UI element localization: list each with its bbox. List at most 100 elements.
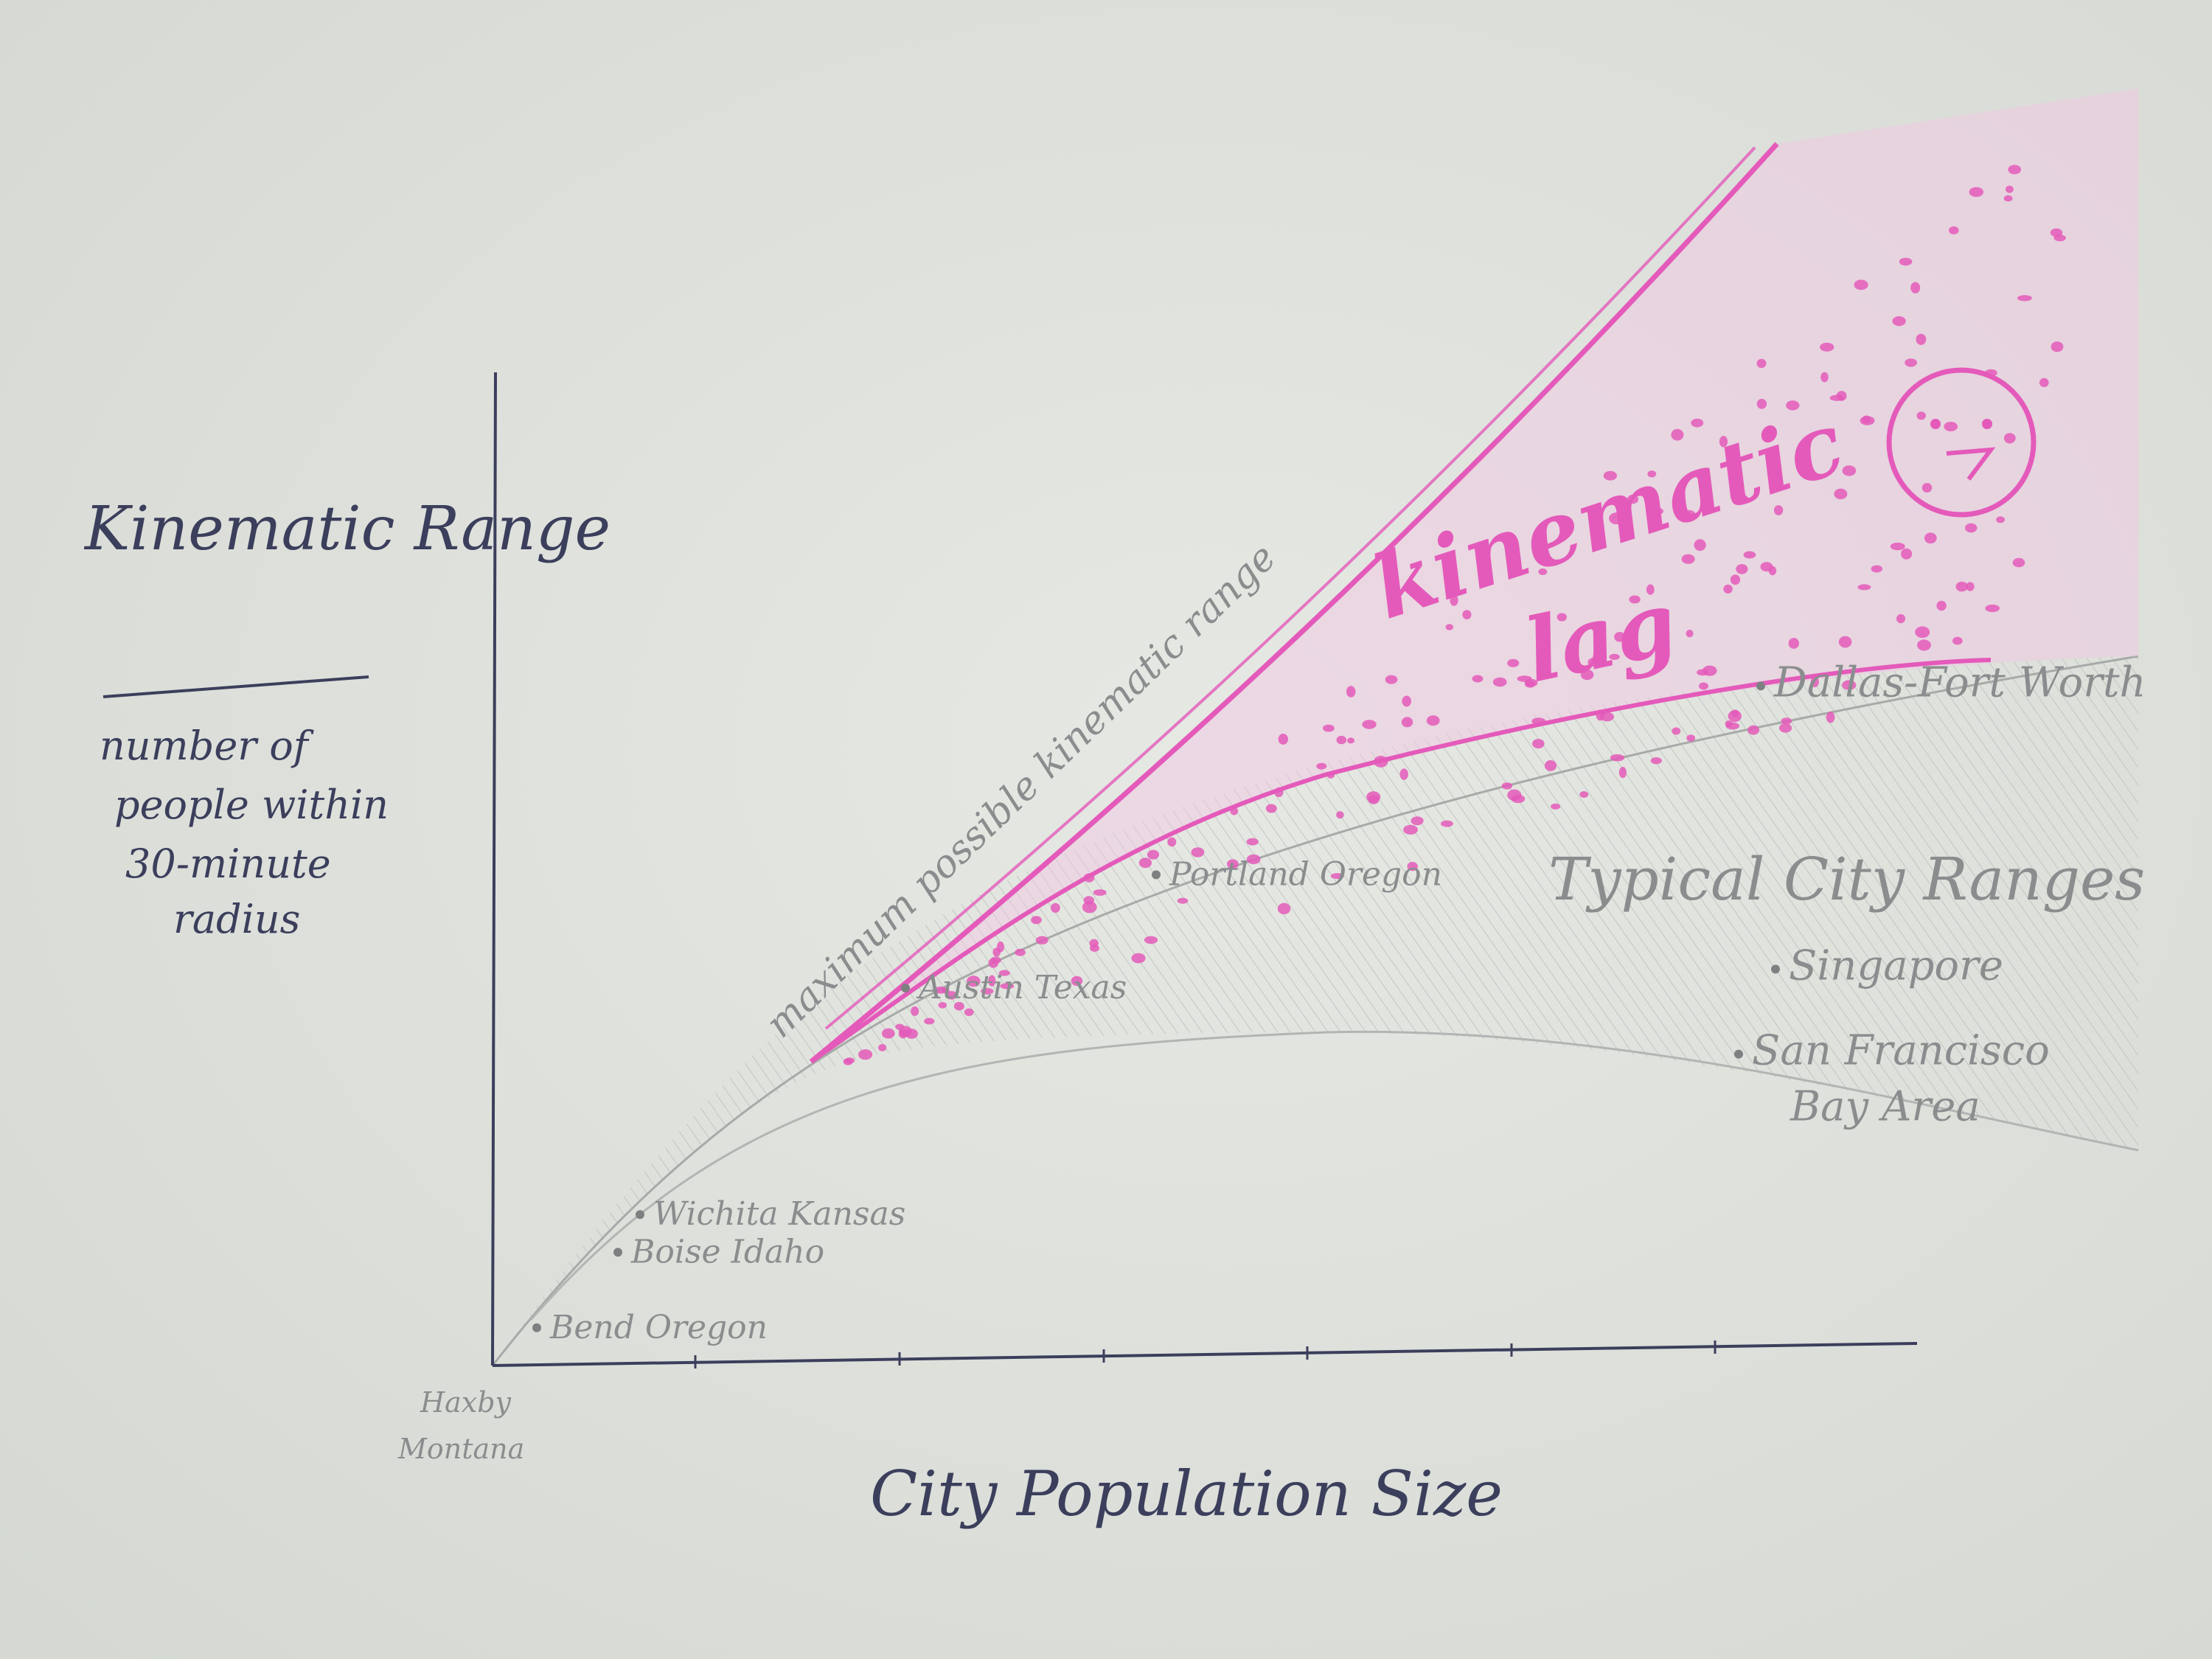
city-point — [1152, 870, 1161, 880]
lag-dot — [1860, 416, 1875, 425]
paper-sheet: maximum possible kinematic range kinemat… — [0, 0, 2212, 1659]
lag-dot — [1278, 734, 1289, 745]
lag-dot — [1857, 584, 1871, 591]
lag-dot — [1965, 523, 1978, 533]
lag-dot — [882, 1028, 895, 1039]
lag-dot — [1829, 394, 1844, 401]
annotation-typical-city-ranges: Typical City Ranges — [1548, 845, 2145, 914]
lag-dot — [1826, 712, 1835, 723]
lag-dot — [1144, 936, 1158, 945]
lag-dot — [1147, 849, 1160, 860]
lag-dot — [2003, 195, 2013, 202]
lag-dot — [1921, 483, 1933, 493]
lag-dot — [1138, 858, 1152, 869]
lag-dot — [1326, 771, 1335, 779]
origin-label-line-2: Montana — [397, 1433, 524, 1465]
lag-dot — [1944, 422, 1958, 431]
lag-dot — [1031, 916, 1042, 925]
lag-dot — [1401, 717, 1413, 728]
lag-dot — [1728, 710, 1742, 723]
lag-dot — [1618, 767, 1627, 779]
lag-dot — [2003, 433, 2016, 444]
lag-dot — [1579, 791, 1589, 798]
lag-dot — [1896, 613, 1905, 624]
city-point-label: San Francisco — [1752, 1027, 2050, 1075]
lag-dot — [1610, 754, 1625, 762]
lag-dot — [1985, 604, 2000, 613]
lag-dot — [1686, 734, 1696, 742]
lag-dot — [1596, 709, 1605, 721]
city-point — [1756, 681, 1765, 691]
lag-dot — [1949, 226, 1959, 234]
lag-dot — [1838, 636, 1852, 648]
lag-dot — [1725, 722, 1740, 730]
lag-dot — [1917, 639, 1931, 651]
city-point — [901, 984, 910, 992]
lag-dot — [1374, 756, 1388, 768]
lag-dot — [2039, 378, 2049, 388]
lag-dot — [2017, 295, 2032, 302]
lag-dot — [1916, 333, 1927, 345]
lag-dot — [1472, 675, 1484, 683]
lag-dot — [1051, 902, 1060, 913]
lag-dot — [1778, 723, 1792, 733]
lag-dot — [1768, 566, 1777, 576]
city-point — [1771, 964, 1780, 974]
origin-label-line-1: Haxby — [420, 1386, 512, 1419]
city-point-label: Portland Oregon — [1169, 855, 1442, 893]
y-axis-title: Kinematic Range — [83, 494, 611, 564]
city-point-label: Austin Texas — [916, 969, 1127, 1006]
lag-dot — [1347, 737, 1355, 744]
lag-dot — [1531, 717, 1546, 725]
lag-dot — [1093, 889, 1107, 896]
lag-dot — [1501, 782, 1513, 790]
lag-dot — [1177, 897, 1189, 904]
lag-dot — [992, 947, 1001, 957]
lag-dot — [1544, 760, 1557, 771]
lag-dot — [1403, 824, 1418, 835]
y-axis-subtitle-line-2: people within — [114, 782, 389, 828]
lag-dot — [1507, 789, 1522, 801]
lag-dot — [1274, 787, 1284, 798]
lag-dot — [1736, 564, 1748, 574]
lag-dot — [1441, 820, 1453, 827]
city-point — [1734, 1049, 1743, 1059]
lag-dot — [1083, 896, 1095, 905]
lag-dot — [911, 1006, 919, 1016]
lag-dot — [1854, 279, 1868, 291]
lag-dot — [1672, 727, 1681, 735]
lag-dot — [1820, 372, 1829, 383]
lag-dot — [1402, 695, 1411, 707]
lag-dot — [1694, 539, 1706, 552]
lag-dot — [1723, 584, 1733, 594]
lag-dot — [1952, 636, 1963, 645]
y-axis-subtitle-line-4: radius — [173, 896, 300, 942]
lag-dot — [858, 1049, 873, 1060]
chart: maximum possible kinematic range kinemat… — [0, 0, 2212, 1659]
lag-dot — [2006, 185, 2014, 193]
lag-dot — [1697, 669, 1709, 676]
city-point — [636, 1210, 644, 1220]
city-point-label: Bend Oregon — [549, 1309, 768, 1346]
lag-dot — [1924, 532, 1937, 544]
city-point-label: Singapore — [1789, 942, 2003, 990]
city-point — [613, 1248, 622, 1257]
lag-dot — [1788, 638, 1799, 649]
lag-dot — [1892, 316, 1906, 327]
lag-dot — [1936, 600, 1947, 611]
lag-dot — [1015, 948, 1026, 956]
city-point-label: Boise Idaho — [630, 1233, 824, 1270]
lag-dot — [1747, 725, 1760, 735]
lag-dot — [899, 1026, 912, 1037]
lag-dot — [1316, 762, 1327, 770]
lag-dot — [1916, 411, 1926, 420]
y-axis-subtitle-line-3: 30-minute — [125, 841, 331, 887]
lag-dot — [1756, 358, 1767, 369]
lag-dot — [1915, 626, 1930, 639]
lag-dot — [1230, 807, 1239, 815]
lag-dot — [1336, 735, 1347, 745]
lag-dot — [1686, 630, 1694, 638]
x-axis-title: City Population Size — [870, 1458, 1503, 1530]
lag-dot — [2051, 341, 2064, 352]
city-point — [532, 1323, 541, 1332]
